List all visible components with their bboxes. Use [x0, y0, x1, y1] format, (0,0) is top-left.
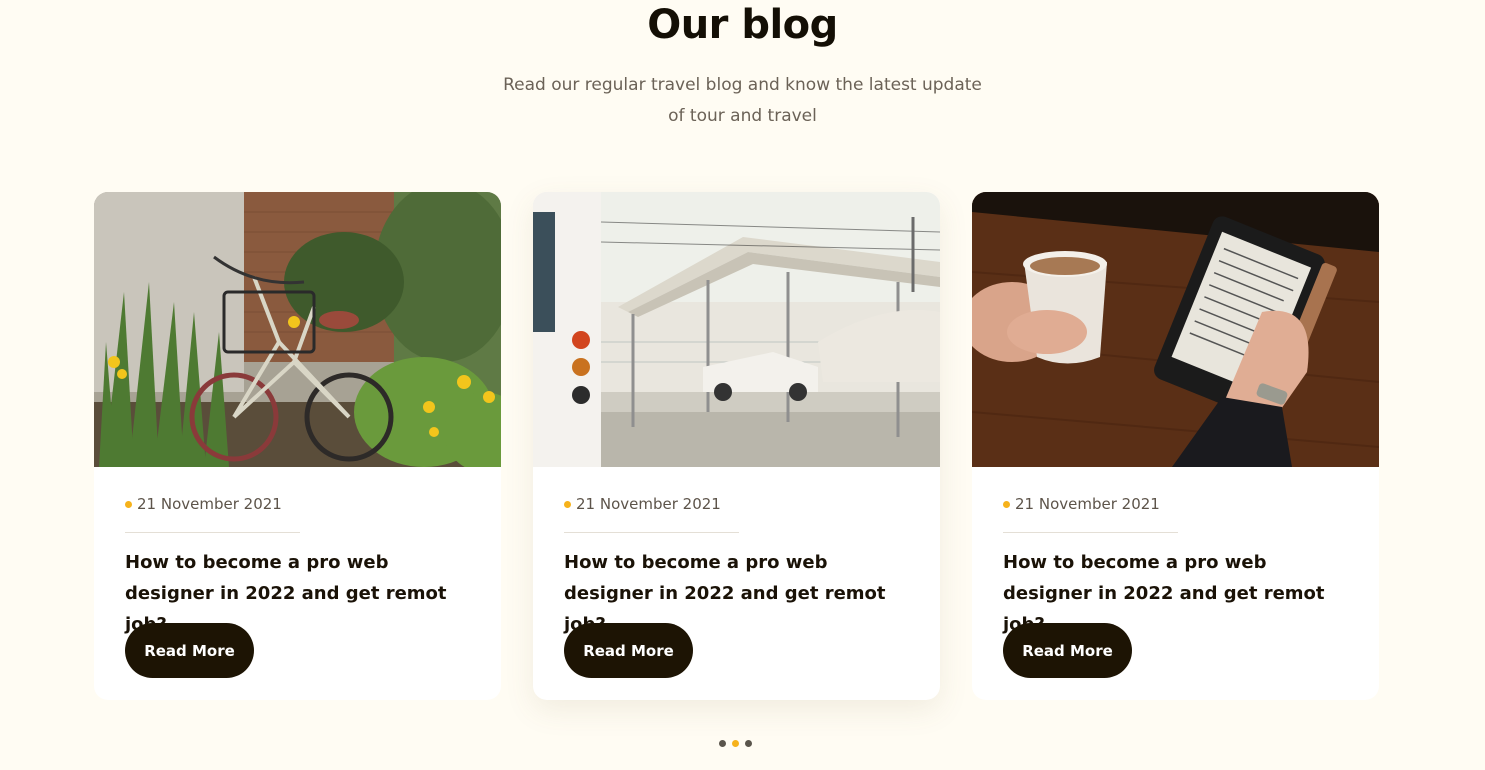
date-bullet-icon: [1003, 500, 1010, 508]
blog-card-date: 21 November 2021: [1003, 495, 1160, 513]
blog-card-image[interactable]: [972, 192, 1379, 467]
carousel-pagination: [719, 740, 752, 747]
blog-section: Our blog Read our regular travel blog an…: [0, 0, 1485, 770]
pagination-dot[interactable]: [719, 740, 726, 747]
read-more-button[interactable]: Read More: [1003, 623, 1132, 678]
card-divider: [1003, 532, 1178, 533]
blog-card-image[interactable]: [533, 192, 940, 467]
blog-card-date: 21 November 2021: [125, 495, 282, 513]
blog-card-image[interactable]: [94, 192, 501, 467]
date-bullet-icon: [564, 500, 571, 508]
section-subtitle-line-2: of tour and travel: [668, 106, 817, 126]
read-more-button[interactable]: Read More: [125, 623, 254, 678]
blog-card-date-text: 21 November 2021: [1015, 495, 1160, 513]
blog-card: 21 November 2021 How to become a pro web…: [972, 192, 1379, 700]
pagination-dot-active[interactable]: [732, 740, 739, 747]
blog-card: 21 November 2021 How to become a pro web…: [94, 192, 501, 700]
section-subtitle-line-1: Read our regular travel blog and know th…: [503, 75, 982, 95]
blog-card: 21 November 2021 How to become a pro web…: [533, 192, 940, 700]
bicycle-garden-photo: [94, 192, 501, 467]
blog-card-date-text: 21 November 2021: [137, 495, 282, 513]
section-subtitle: Read our regular travel blog and know th…: [0, 70, 1485, 132]
date-bullet-icon: [125, 500, 132, 508]
card-divider: [564, 532, 739, 533]
read-more-button[interactable]: Read More: [564, 623, 693, 678]
coffee-ereader-photo: [972, 192, 1379, 467]
rv-carport-photo: [533, 192, 940, 467]
card-divider: [125, 532, 300, 533]
pagination-dot[interactable]: [745, 740, 752, 747]
blog-card-date: 21 November 2021: [564, 495, 721, 513]
section-title: Our blog: [647, 2, 838, 48]
blog-card-date-text: 21 November 2021: [576, 495, 721, 513]
